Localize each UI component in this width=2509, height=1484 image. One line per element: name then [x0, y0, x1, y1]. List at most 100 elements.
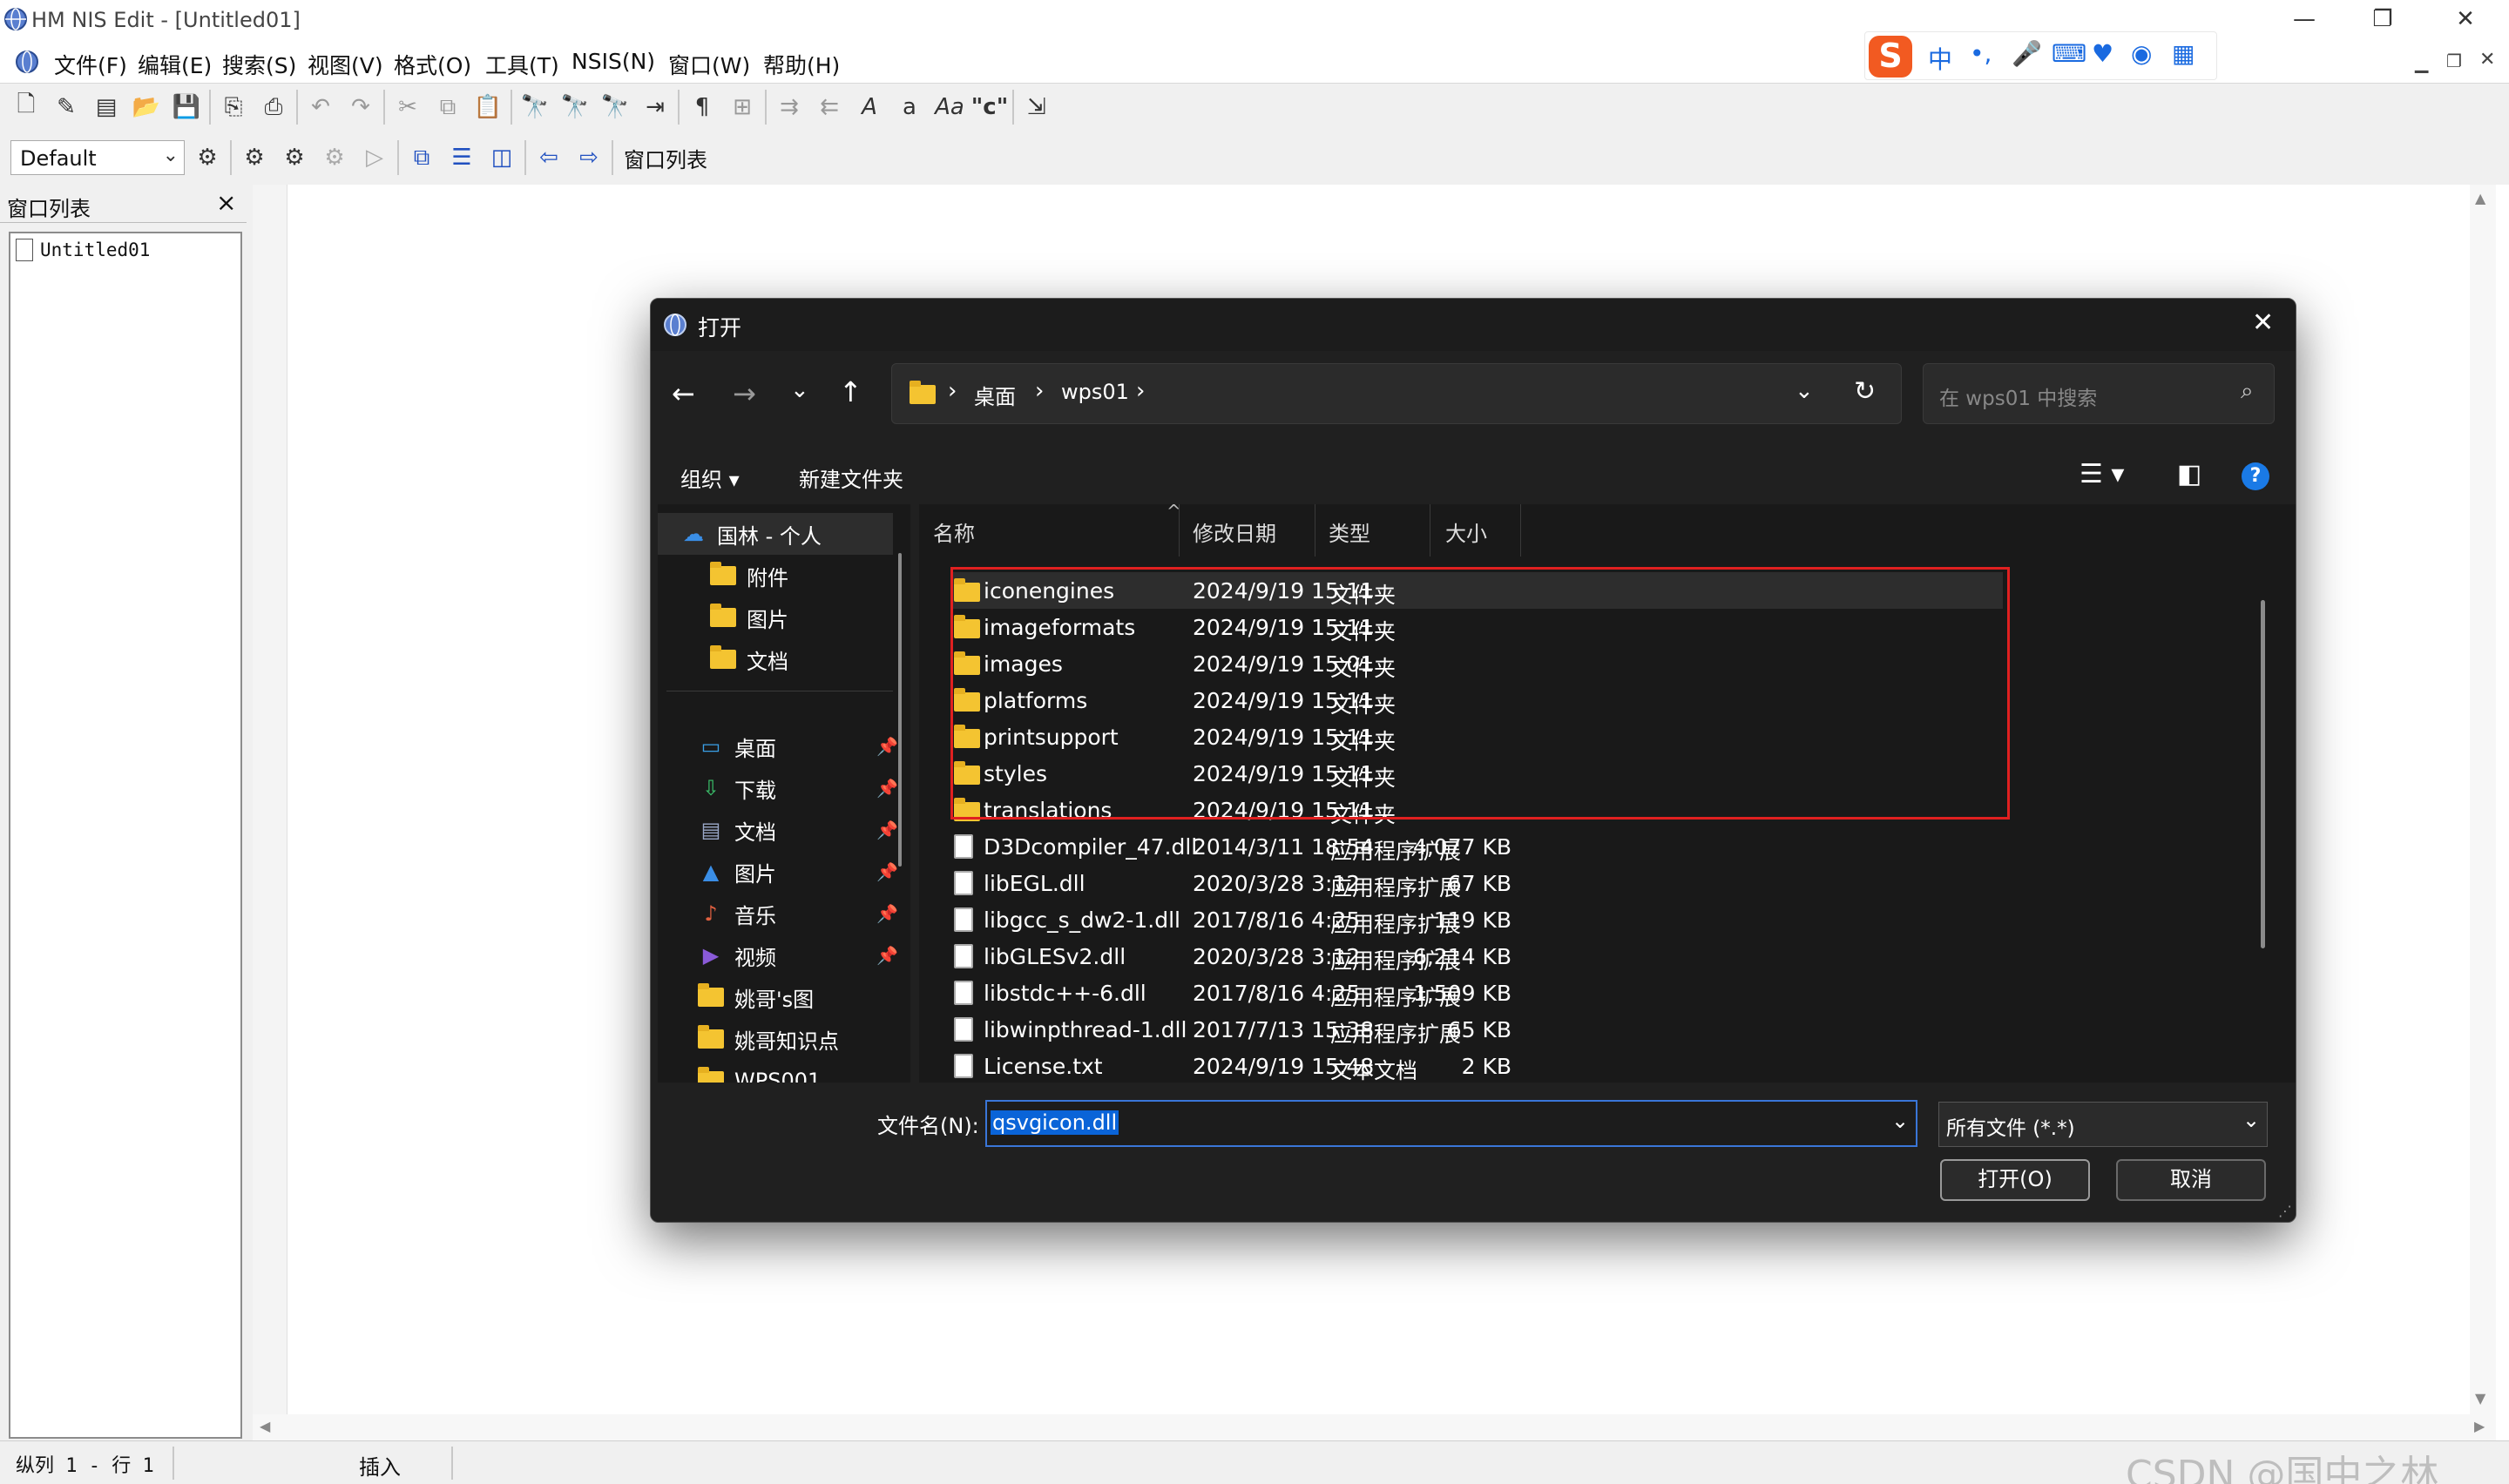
find-icon[interactable]: 🔭: [517, 90, 552, 125]
restore-icon[interactable]: ❐: [2343, 0, 2422, 40]
highlighter-combo[interactable]: Default ⌄: [10, 140, 185, 175]
panel-close-icon[interactable]: ×: [216, 188, 236, 217]
keyboard-icon[interactable]: ⌨: [2052, 39, 2086, 68]
file-row[interactable]: libGLESv2.dll 2020/3/28 3:12 应用程序扩展 6,214 K…: [919, 938, 2296, 975]
dialog-close-icon[interactable]: ✕: [2252, 307, 2274, 338]
ime-mode-label[interactable]: 中: [1928, 41, 1952, 76]
game-icon[interactable]: ◉: [2131, 39, 2152, 68]
menu-file[interactable]: 文件(F): [54, 49, 127, 80]
tile-horizontal-icon[interactable]: ☰: [444, 140, 479, 175]
lowercase-icon[interactable]: a: [892, 90, 927, 125]
window-list-button[interactable]: 窗口列表: [619, 143, 713, 173]
filename-input[interactable]: qsvgicon.dll ⌄: [985, 1100, 1917, 1147]
nav-item[interactable]: 文档: [658, 638, 910, 680]
resize-grip-icon[interactable]: ⋰: [2278, 1203, 2292, 1219]
scroll-left-icon[interactable]: ◀: [260, 1418, 270, 1434]
mdi-restore-icon[interactable]: ❐: [2446, 51, 2462, 71]
view-options-icon[interactable]: ☰ ▾: [2080, 459, 2125, 489]
new-folder-button[interactable]: 新建文件夹: [799, 462, 903, 493]
file-row[interactable]: libwinpthread-1.dll 2017/7/13 15:38 应用程序扩展…: [919, 1011, 2296, 1048]
indent-icon[interactable]: ⇉: [772, 90, 807, 125]
scroll-up-icon[interactable]: ▲: [2475, 190, 2485, 206]
pilcrow-icon[interactable]: ¶: [685, 90, 720, 125]
mdi-close-icon[interactable]: ✕: [2479, 49, 2495, 71]
recent-chevron-icon[interactable]: ⌄: [790, 377, 809, 403]
file-row[interactable]: libstdc++-6.dll 2017/8/16 4:25 应用程序扩展 1,509…: [919, 975, 2296, 1011]
file-row[interactable]: D3Dcompiler_47.dll 2014/3/11 18:54 应用程序扩展 4…: [919, 828, 2296, 865]
nav-item[interactable]: ⇩ 下载 📌: [658, 767, 910, 809]
menu-view[interactable]: 视图(V): [308, 49, 383, 80]
back-arrow-icon[interactable]: ←: [672, 377, 695, 410]
open-folder-icon[interactable]: 📂: [129, 90, 164, 125]
file-type-chevron-icon[interactable]: ⌄: [2242, 1108, 2260, 1132]
template-icon[interactable]: ▤: [89, 90, 124, 125]
nav-item[interactable]: ♪ 音乐 📌: [658, 893, 910, 934]
list-item[interactable]: Untitled01: [16, 239, 150, 261]
nav-item[interactable]: ▲ 图片 📌: [658, 851, 910, 893]
redo-icon[interactable]: ↷: [343, 90, 378, 125]
undo-icon[interactable]: ↶: [303, 90, 338, 125]
breadcrumb-desktop[interactable]: 桌面: [974, 380, 1016, 410]
scroll-down-icon[interactable]: ▼: [2475, 1390, 2485, 1406]
vertical-scrollbar[interactable]: ▲ ▼: [2470, 185, 2496, 1414]
nav-item[interactable]: ☁ 国林 - 个人: [658, 513, 893, 555]
run-icon[interactable]: ▷: [357, 140, 392, 175]
horizontal-scrollbar[interactable]: ◀ ▶: [253, 1414, 2496, 1440]
up-arrow-icon[interactable]: ↑: [839, 375, 862, 408]
menu-nsis[interactable]: NSIS(N): [571, 49, 655, 74]
nav-item[interactable]: 图片: [658, 597, 910, 638]
file-row[interactable]: libEGL.dll 2020/3/28 3:12 应用程序扩展 67 KB: [919, 865, 2296, 901]
wizard-icon[interactable]: ✎: [49, 90, 84, 125]
paste-icon[interactable]: 📋: [470, 90, 505, 125]
punctuation-icon[interactable]: •,: [1970, 39, 1992, 68]
nav-scrollbar[interactable]: [898, 553, 902, 867]
compile-icon[interactable]: ⚙: [237, 140, 272, 175]
arrow-left-icon[interactable]: ⇦: [531, 140, 566, 175]
nav-item[interactable]: ▭ 桌面 📌: [658, 725, 910, 767]
nav-item[interactable]: ▤ 文档 📌: [658, 809, 910, 851]
address-bar[interactable]: › 桌面 › wps01 › ⌄ ↻: [891, 363, 1902, 424]
uppercase-icon[interactable]: A: [852, 90, 887, 125]
cancel-button[interactable]: 取消: [2116, 1159, 2266, 1201]
file-type-select[interactable]: 所有文件 (*.*) ⌄: [1938, 1102, 2268, 1147]
filename-chevron-icon[interactable]: ⌄: [1891, 1109, 1909, 1133]
refresh-icon[interactable]: ↻: [1854, 376, 1876, 407]
highlighter-settings-icon[interactable]: ⚙: [190, 140, 225, 175]
file-row[interactable]: libgcc_s_dw2-1.dll 2017/8/16 4:25 应用程序扩展 11…: [919, 901, 2296, 938]
menu-edit[interactable]: 编辑(E): [138, 49, 212, 80]
organize-button[interactable]: 组织 ▾: [680, 462, 740, 493]
quote-icon[interactable]: "c": [971, 90, 1009, 125]
skin-icon[interactable]: ♥: [2092, 39, 2113, 68]
nav-item[interactable]: 附件: [658, 555, 910, 597]
new-file-icon[interactable]: 🗋: [9, 90, 44, 125]
cut-icon[interactable]: ✂: [390, 90, 425, 125]
address-chevron-icon[interactable]: ⌄: [1795, 378, 1814, 404]
save-icon[interactable]: 💾: [169, 90, 204, 125]
mdi-minimize-icon[interactable]: ▁: [2415, 52, 2428, 73]
arrow-right-icon[interactable]: ⇨: [571, 140, 606, 175]
menu-help[interactable]: 帮助(H): [763, 49, 840, 80]
tile-vertical-icon[interactable]: ◫: [484, 140, 519, 175]
menu-format[interactable]: 格式(O): [394, 49, 471, 80]
compile-run-icon[interactable]: ⚙: [277, 140, 312, 175]
stop-compile-icon[interactable]: ⚙: [317, 140, 352, 175]
save-all-icon[interactable]: ⎘: [216, 90, 251, 125]
file-list-scrollbar[interactable]: [2261, 600, 2265, 948]
menu-tools[interactable]: 工具(T): [485, 49, 559, 80]
nav-item[interactable]: 姚哥's图: [658, 976, 910, 1018]
toggle-case-icon[interactable]: Aa: [932, 90, 967, 125]
print-icon[interactable]: ⎙: [256, 90, 291, 125]
minimize-icon[interactable]: —: [2265, 0, 2343, 40]
ime-toolbar[interactable]: S 中 •, 🎤 ⌨ ♥ ◉ ▦: [1864, 31, 2217, 80]
file-row[interactable]: License.txt 2024/9/19 15:48 文本文档 2 KB: [919, 1048, 2296, 1083]
help-icon[interactable]: ?: [2242, 462, 2269, 490]
word-wrap-icon[interactable]: ⇲: [1019, 90, 1054, 125]
grid-menu-icon[interactable]: ▦: [2172, 39, 2195, 68]
breadcrumb-wps01[interactable]: wps01: [1061, 380, 1129, 404]
preview-pane-icon[interactable]: ◧: [2177, 459, 2201, 489]
forward-arrow-icon[interactable]: →: [733, 377, 756, 410]
search-box[interactable]: 在 wps01 中搜索 ⌕: [1923, 363, 2275, 424]
wrap-icon[interactable]: ⊞: [725, 90, 760, 125]
close-icon[interactable]: ✕: [2426, 0, 2505, 40]
scroll-right-icon[interactable]: ▶: [2474, 1418, 2485, 1434]
